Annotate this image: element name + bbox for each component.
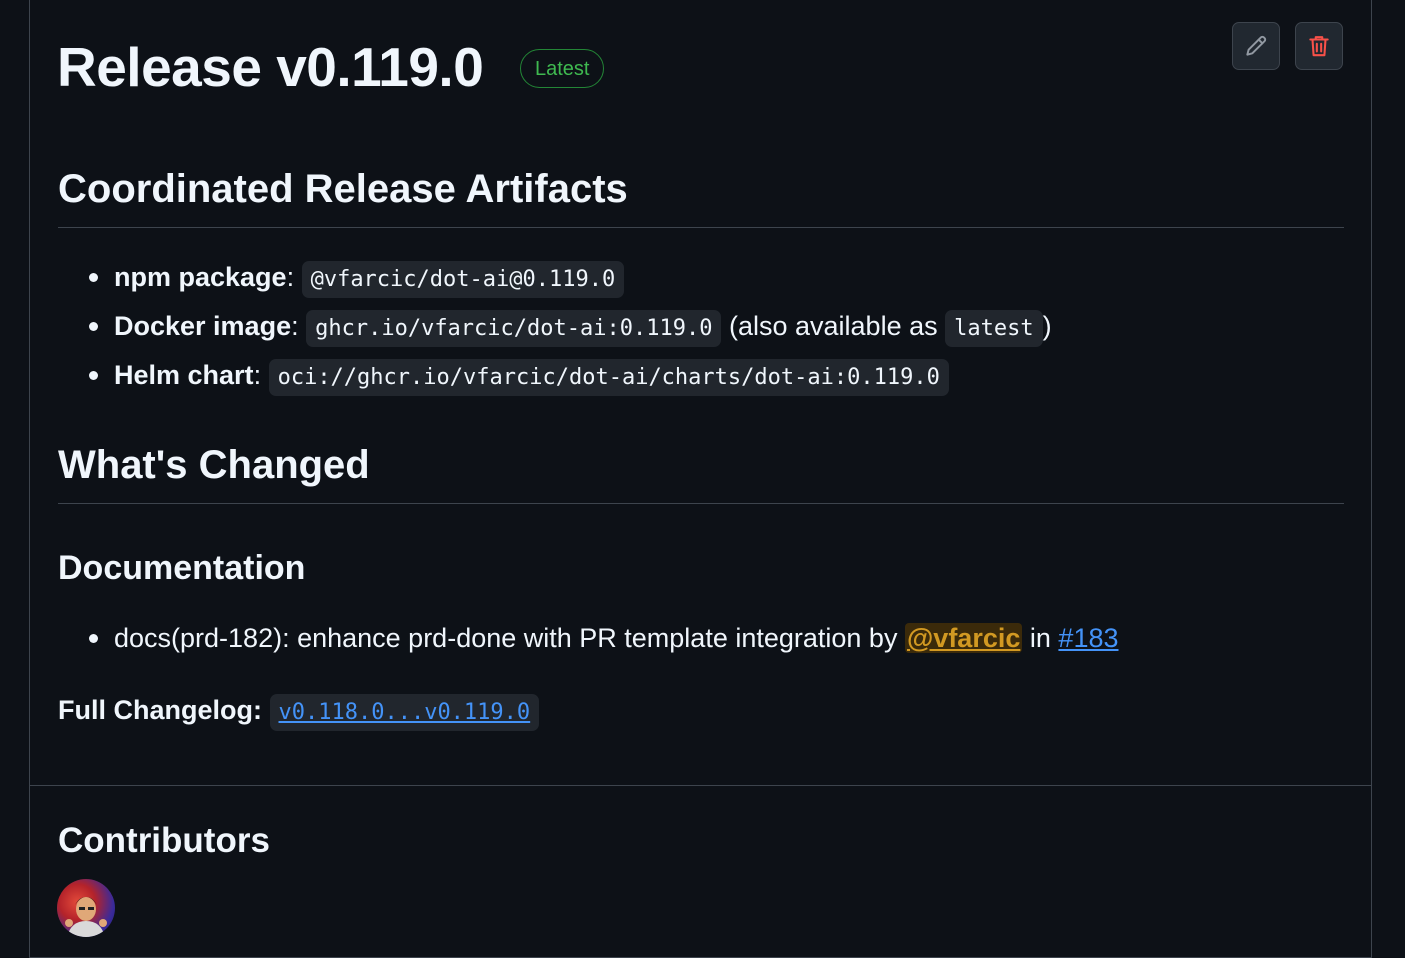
- trash-icon: [1309, 36, 1329, 57]
- avatar-image: [65, 897, 107, 937]
- edit-button[interactable]: [1232, 22, 1280, 70]
- artifact-label: Helm chart: [114, 360, 254, 390]
- artifact-code: @vfarcic/dot-ai@0.119.0: [301, 261, 625, 298]
- list-item: Helm chart: oci://ghcr.io/vfarcic/dot-ai…: [58, 351, 1052, 400]
- contributors-heading: Contributors: [58, 821, 270, 860]
- artifact-note: (also available as: [728, 311, 938, 341]
- whats-changed-heading: What's Changed: [58, 443, 370, 487]
- change-text: docs(prd-182): enhance prd-done with PR …: [114, 623, 898, 653]
- changes-list: docs(prd-182): enhance prd-done with PR …: [58, 614, 1119, 663]
- artifact-label: npm package: [114, 262, 287, 292]
- latest-badge: Latest: [520, 49, 605, 88]
- artifacts-heading: Coordinated Release Artifacts: [58, 167, 628, 211]
- artifacts-list: npm package: @vfarcic/dot-ai@0.119.0 Doc…: [58, 253, 1052, 400]
- pr-link[interactable]: #183: [1058, 623, 1118, 653]
- artifact-code: ghcr.io/vfarcic/dot-ai:0.119.0: [306, 310, 722, 347]
- artifact-tag-code: latest: [945, 310, 1043, 347]
- user-mention-link[interactable]: @vfarcic: [904, 623, 1023, 653]
- full-changelog: Full Changelog: v0.118.0...v0.119.0: [58, 690, 540, 733]
- avatar[interactable]: [57, 879, 115, 937]
- artifact-note-end: ): [1042, 311, 1052, 341]
- pencil-icon: [1246, 35, 1267, 56]
- heading-rule: [58, 503, 1344, 504]
- delete-button[interactable]: [1295, 22, 1343, 70]
- list-item: Docker image: ghcr.io/vfarcic/dot-ai:0.1…: [58, 302, 1052, 351]
- changelog-label: Full Changelog: [58, 695, 253, 725]
- changelog-link[interactable]: v0.118.0...v0.119.0: [269, 694, 540, 731]
- in-text: in: [1029, 623, 1051, 653]
- list-item: docs(prd-182): enhance prd-done with PR …: [58, 614, 1119, 663]
- artifact-code: oci://ghcr.io/vfarcic/dot-ai/charts/dot-…: [268, 359, 949, 396]
- list-item: npm package: @vfarcic/dot-ai@0.119.0: [58, 253, 1052, 302]
- heading-rule: [58, 227, 1344, 228]
- documentation-heading: Documentation: [58, 549, 306, 587]
- release-title: Release v0.119.0: [57, 36, 484, 98]
- artifact-label: Docker image: [114, 311, 292, 341]
- section-divider: [30, 785, 1372, 786]
